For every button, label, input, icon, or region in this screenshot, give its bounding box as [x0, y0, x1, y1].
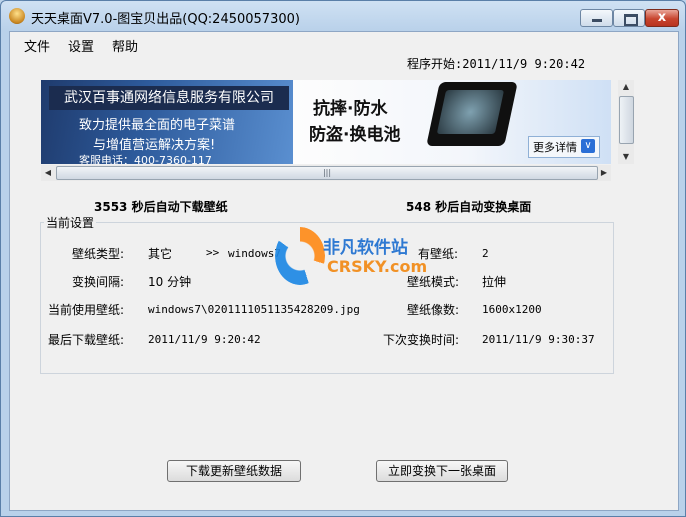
scroll-right-icon[interactable]: ▶ — [597, 165, 611, 181]
current-settings-title: 当前设置 — [44, 214, 97, 231]
wallpaper-pixels-label: 壁纸像数: — [407, 303, 460, 317]
ad-right-panel: 抗摔·防水 防盗·换电池 更多详情 ∨ — [293, 80, 611, 164]
chevron-down-icon: ∨ — [581, 139, 595, 153]
client-area: 文件 设置 帮助 程序开始:2011/11/9 9:20:42 武汉百事通网络信… — [9, 31, 679, 511]
last-download-value: 2011/11/9 9:20:42 — [148, 333, 261, 346]
close-icon: x — [657, 10, 667, 25]
ad-slogan-1: 致力提供最全面的电子菜谱 — [79, 118, 236, 133]
wallpaper-count-value: 2 — [482, 247, 489, 260]
switch-desktop-button[interactable]: 立即变换下一张桌面 — [376, 460, 508, 482]
minimize-button[interactable] — [580, 9, 613, 27]
download-wallpaper-button[interactable]: 下载更新壁纸数据 — [167, 460, 301, 482]
wallpaper-folder-value: windows7 — [228, 247, 281, 260]
ad-feature-1: 抗摔·防水 — [313, 99, 388, 119]
ad-slogan-2: 与增值营运解决方案! — [93, 138, 216, 153]
start-time: 程序开始:2011/11/9 9:20:42 — [407, 57, 586, 71]
wallpaper-type-value: 其它 — [148, 247, 173, 261]
crsky-logo-icon — [275, 227, 325, 285]
scroll-left-icon[interactable]: ◀ — [41, 165, 55, 181]
ad-feature-2: 防盗·换电池 — [309, 125, 401, 145]
next-change-label: 下次变换时间: — [383, 333, 460, 347]
menu-help[interactable]: 帮助 — [112, 36, 138, 55]
device-image — [426, 82, 518, 146]
vertical-scroll-thumb[interactable] — [619, 96, 634, 144]
menu-file[interactable]: 文件 — [24, 36, 50, 55]
ad-vertical-scrollbar[interactable]: ▲ ▼ — [618, 80, 634, 164]
app-icon — [9, 8, 25, 24]
ad-left-panel: 武汉百事通网络信息服务有限公司 致力提供最全面的电子菜谱 与增值营运解决方案! … — [41, 80, 293, 164]
wallpaper-type-label: 壁纸类型: — [72, 247, 125, 261]
current-wallpaper-value: windows7\0201111051135428209.jpg — [148, 303, 360, 316]
current-wallpaper-label: 当前使用壁纸: — [48, 303, 125, 317]
ad-phone: 客服电话：400-7360-117 — [79, 154, 212, 164]
last-download-label: 最后下载壁纸: — [48, 333, 125, 347]
ad-horizontal-scrollbar[interactable]: ◀ ||| ▶ — [41, 165, 611, 181]
app-window: 天天桌面V7.0-图宝贝出品(QQ:2450057300) x 文件 设置 帮助… — [0, 0, 686, 517]
interval-label: 变换间隔: — [72, 275, 125, 289]
minimize-icon — [592, 19, 602, 22]
menu-settings[interactable]: 设置 — [68, 36, 94, 55]
scroll-down-icon[interactable]: ▼ — [618, 150, 634, 164]
device-screen — [436, 90, 505, 134]
ad-company: 武汉百事通网络信息服务有限公司 — [49, 86, 289, 110]
title-bar[interactable]: 天天桌面V7.0-图宝贝出品(QQ:2450057300) x — [1, 1, 685, 31]
window-title: 天天桌面V7.0-图宝贝出品(QQ:2450057300) — [31, 12, 300, 27]
wallpaper-pixels-value: 1600x1200 — [482, 303, 542, 316]
watermark-en: CRSKY.com — [327, 257, 428, 276]
change-countdown: 548 秒后自动变换桌面 — [406, 200, 532, 214]
crsky-watermark: 非凡软件站 CRSKY.com — [275, 227, 428, 285]
maximize-button[interactable] — [613, 9, 645, 27]
wallpaper-mode-value: 拉伸 — [482, 275, 507, 289]
wallpaper-type-arrow: >> — [206, 246, 220, 259]
watermark-cn: 非凡软件站 — [323, 238, 408, 258]
ad-more-button[interactable]: 更多详情 ∨ — [528, 136, 600, 158]
maximize-icon — [624, 14, 638, 26]
ad-more-label: 更多详情 — [533, 141, 577, 154]
ad-banner[interactable]: 武汉百事通网络信息服务有限公司 致力提供最全面的电子菜谱 与增值营运解决方案! … — [41, 80, 611, 164]
scroll-up-icon[interactable]: ▲ — [618, 80, 634, 94]
close-button[interactable]: x — [645, 9, 679, 27]
horizontal-scroll-thumb[interactable]: ||| — [56, 166, 598, 180]
next-change-value: 2011/11/9 9:30:37 — [482, 333, 595, 346]
download-countdown: 3553 秒后自动下载壁纸 — [94, 200, 228, 214]
menu-bar: 文件 设置 帮助 — [10, 32, 678, 56]
interval-value: 10 分钟 — [148, 275, 192, 289]
